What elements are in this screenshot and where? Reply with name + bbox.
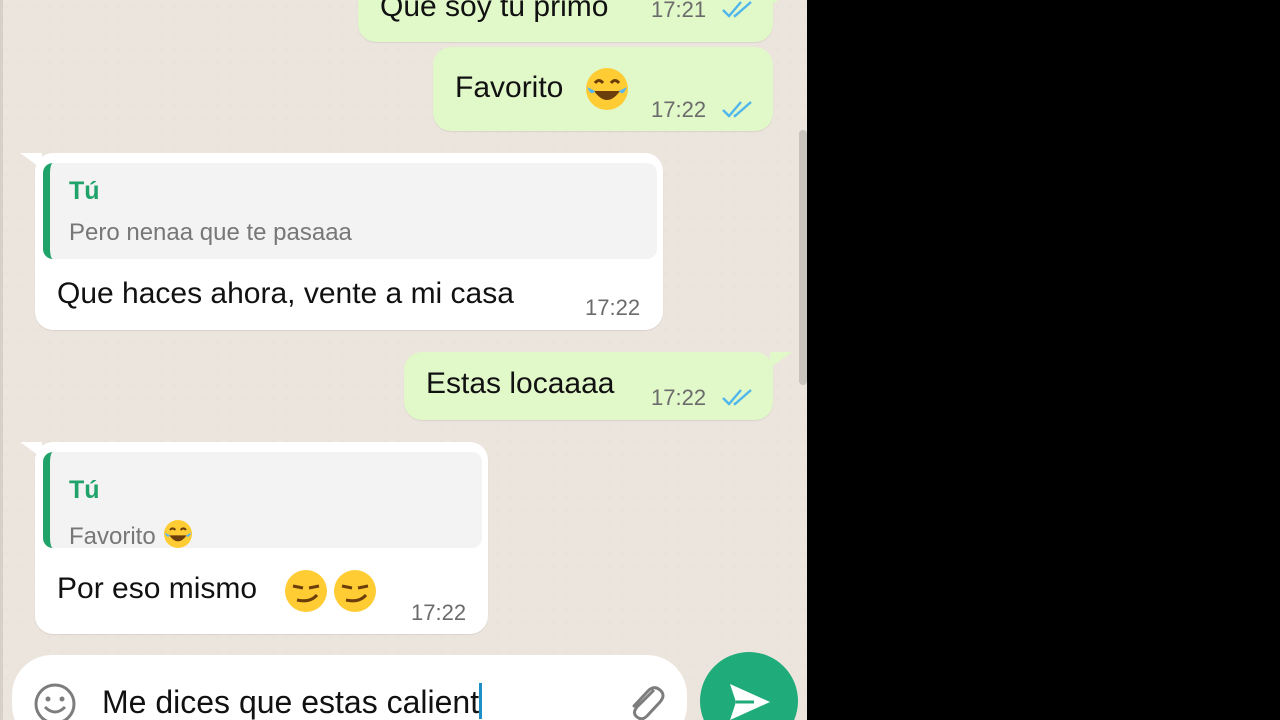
smiley-icon[interactable] xyxy=(32,681,78,720)
quote-author: Tú xyxy=(69,177,100,205)
left-edge xyxy=(0,0,3,720)
message-outgoing[interactable]: Que soy tu primo 17:21 xyxy=(358,0,773,42)
message-text: Que haces ahora, vente a mi casa xyxy=(57,277,514,310)
bubble-tail xyxy=(770,0,792,6)
message-outgoing[interactable]: Favorito 17:22 xyxy=(433,47,773,131)
smirking-face-emoji-icon xyxy=(334,570,376,612)
tears-of-joy-emoji-icon xyxy=(164,520,193,548)
quote-text: Pero nenaa que te pasaaa xyxy=(69,219,352,246)
read-ticks-icon xyxy=(722,389,752,406)
message-text: Estas locaaaa xyxy=(426,367,615,400)
message-incoming[interactable]: Tú Favorito Por eso mismo 17:22 xyxy=(35,442,488,634)
text-caret xyxy=(479,683,483,719)
scrollbar[interactable] xyxy=(799,130,807,385)
read-ticks-icon xyxy=(722,1,752,18)
quote-text-line: Favorito xyxy=(69,518,194,551)
message-time: 17:21 xyxy=(651,0,707,22)
send-button[interactable] xyxy=(700,652,798,720)
bubble-tail xyxy=(770,352,792,368)
tears-of-joy-emoji-icon xyxy=(586,68,628,110)
message-text: Que soy tu primo xyxy=(380,0,609,23)
message-time: 17:22 xyxy=(651,97,707,122)
read-ticks-icon xyxy=(722,101,752,118)
quoted-message[interactable]: Tú Pero nenaa que te pasaaa xyxy=(43,163,657,259)
paperclip-icon[interactable] xyxy=(620,679,670,720)
message-composer[interactable]: Me dices que estas calient xyxy=(12,655,687,720)
message-text: Por eso mismo xyxy=(57,572,258,605)
smirking-face-emoji-icon xyxy=(285,570,327,612)
chat-area: Que soy tu primo 17:21 Favorito 17:22 Tú… xyxy=(0,0,807,720)
quoted-message[interactable]: Tú Favorito xyxy=(43,452,482,551)
message-input-text: Me dices que estas calient xyxy=(102,684,480,720)
quote-text: Favorito xyxy=(69,523,156,550)
send-icon xyxy=(730,684,770,720)
message-outgoing[interactable]: Estas locaaaa 17:22 xyxy=(404,352,773,420)
message-text: Favorito xyxy=(455,71,564,104)
message-time: 17:22 xyxy=(651,385,707,410)
quote-author: Tú xyxy=(69,476,100,504)
message-input[interactable]: Me dices que estas calient xyxy=(102,683,483,720)
message-incoming[interactable]: Tú Pero nenaa que te pasaaa Que haces ah… xyxy=(35,153,663,330)
message-time: 17:22 xyxy=(411,600,467,625)
message-time: 17:22 xyxy=(585,295,641,320)
